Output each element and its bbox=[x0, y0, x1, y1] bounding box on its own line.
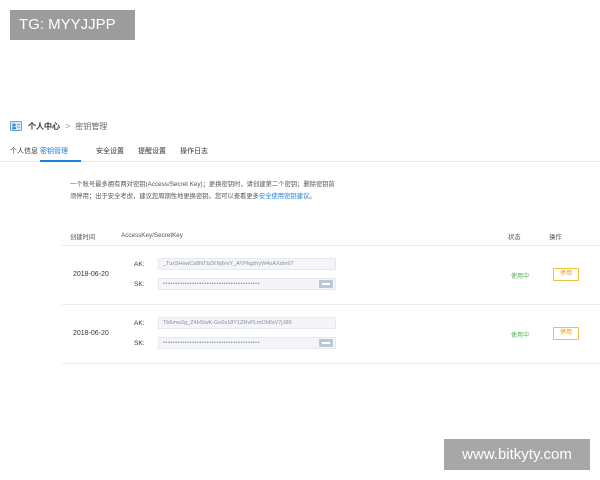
secret-key-field[interactable]: •••••••••••••••••••••••••••••••••••••••• bbox=[158, 278, 336, 290]
tab-key-management[interactable]: 密钥管理 bbox=[40, 146, 68, 156]
disable-button[interactable]: 停用 bbox=[553, 268, 579, 281]
description-line-1: 一个账号最多拥有两对密钥(Access/Secret Key)；更换密钥时，请创… bbox=[70, 181, 335, 188]
header-keys: AccessKey/SecretKey bbox=[121, 232, 183, 239]
status-badge: 使用中 bbox=[511, 333, 530, 339]
breadcrumb-root[interactable]: 个人中心 bbox=[28, 121, 60, 132]
ak-label: AK: bbox=[134, 261, 145, 268]
tab-reminders[interactable]: 提醒设置 bbox=[138, 146, 166, 156]
security-advice-link[interactable]: 安全使用密钥建议 bbox=[259, 193, 309, 200]
chevron-right-icon: > bbox=[65, 121, 71, 131]
watermark-top: TG: MYYJJPP bbox=[10, 10, 135, 40]
active-tab-indicator bbox=[40, 160, 81, 162]
table-row: 2018-06-20 AK: _TuxSHvwCs8NTbZKNj6rvY_AY… bbox=[62, 246, 600, 305]
watermark-bottom: www.bitkyty.com bbox=[444, 439, 590, 470]
ak-label: AK: bbox=[134, 320, 145, 327]
header-status: 状态 bbox=[508, 234, 521, 241]
show-secret-icon[interactable] bbox=[319, 280, 333, 288]
tab-operation-log[interactable]: 操作日志 bbox=[180, 146, 208, 156]
breadcrumb-current: 密钥管理 bbox=[75, 121, 108, 131]
breadcrumb: 个人中心 > 密钥管理 bbox=[10, 119, 107, 133]
table-row: 2018-06-20 AK: Tb6mw2g_Z4bSlwK-Gn0x18Y1Z… bbox=[62, 305, 600, 364]
tab-profile[interactable]: 个人信息 bbox=[10, 146, 38, 156]
access-key-field[interactable]: Tb6mw2g_Z4bSlwK-Gn0x18Y1ZRvPLmOh8sV7jJ8K bbox=[158, 317, 336, 329]
sk-label: SK: bbox=[134, 281, 145, 288]
description: 一个账号最多拥有两对密钥(Access/Secret Key)；更换密钥时，请创… bbox=[70, 179, 360, 203]
tab-security[interactable]: 安全设置 bbox=[96, 146, 124, 156]
header-action: 操作 bbox=[549, 234, 562, 241]
created-date: 2018-06-20 bbox=[73, 271, 109, 278]
tab-bar: 个人信息 密钥管理 安全设置 提醒设置 操作日志 bbox=[0, 141, 600, 162]
sk-label: SK: bbox=[134, 340, 145, 347]
show-secret-icon[interactable] bbox=[319, 339, 333, 347]
user-card-icon bbox=[10, 121, 22, 131]
secret-key-field[interactable]: •••••••••••••••••••••••••••••••••••••••• bbox=[158, 337, 336, 349]
created-date: 2018-06-20 bbox=[73, 330, 109, 337]
header-created: 创建时间 bbox=[70, 234, 96, 241]
status-badge: 使用中 bbox=[511, 274, 530, 280]
disable-button[interactable]: 停用 bbox=[553, 327, 579, 340]
access-key-field[interactable]: _TuxSHvwCs8NTbZKNj6rvY_AYPkgzhyW4oAXdm97 bbox=[158, 258, 336, 270]
description-line-2: 须停用；出于安全考虑，建议您周期性地更换密钥。您可以查看更多安全使用密钥建议。 bbox=[70, 193, 316, 200]
table-header: 创建时间 AccessKey/SecretKey 状态 操作 bbox=[62, 228, 600, 246]
